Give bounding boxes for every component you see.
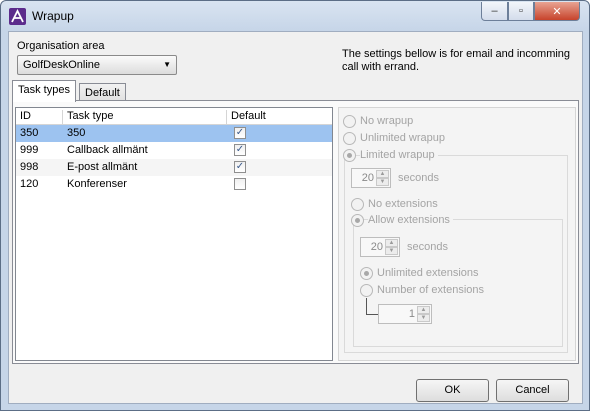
unlimited-wrapup-radio[interactable] xyxy=(343,132,356,145)
arrow-up-icon[interactable]: ▲ xyxy=(385,239,398,247)
limited-seconds-unit: seconds xyxy=(398,172,439,184)
wrapup-settings: No wrapup Unlimited wrapup Limited wrapu… xyxy=(338,107,576,361)
arrow-up-icon[interactable]: ▲ xyxy=(376,170,389,178)
info-text: The settings bellow is for email and inc… xyxy=(342,48,571,73)
extension-seconds-unit: seconds xyxy=(407,241,448,253)
no-wrapup-label: No wrapup xyxy=(360,115,414,127)
extensions-count-value: 1 xyxy=(408,308,415,320)
org-area-label: Organisation area xyxy=(17,40,105,52)
minimize-button[interactable]: – xyxy=(481,2,508,21)
cell-task-type: E-post allmänt xyxy=(67,161,138,173)
column-task-type[interactable]: Task type xyxy=(63,110,227,125)
table-header: ID Task type Default xyxy=(16,108,332,125)
close-button[interactable]: ✕ xyxy=(534,2,580,21)
task-types-table: ID Task type Default 350 350 ✓ 999 Callb… xyxy=(15,107,333,361)
wrapup-window: Wrapup – ▫ ✕ Organisation area GolfDeskO… xyxy=(0,0,590,411)
limited-seconds-value: 20 xyxy=(361,172,374,184)
chevron-down-icon: ▼ xyxy=(163,60,171,69)
cell-id: 120 xyxy=(20,178,39,190)
limited-wrapup-label: Limited wrapup xyxy=(360,149,438,161)
cell-id: 350 xyxy=(20,127,39,139)
arrow-down-icon[interactable]: ▼ xyxy=(417,314,430,322)
cell-task-type: 350 xyxy=(67,127,86,139)
column-default[interactable]: Default xyxy=(227,110,332,125)
limited-seconds-stepper[interactable]: 20 ▲ ▼ xyxy=(351,168,391,188)
default-checkbox[interactable]: ✓ xyxy=(234,161,246,173)
default-checkbox[interactable] xyxy=(234,178,246,190)
table-row[interactable]: 120 Konferenser xyxy=(16,176,332,193)
no-wrapup-radio[interactable] xyxy=(343,115,356,128)
unlimited-extensions-label: Unlimited extensions xyxy=(377,267,479,279)
number-of-extensions-label: Number of extensions xyxy=(377,284,484,296)
maximize-button[interactable]: ▫ xyxy=(508,2,534,21)
number-of-extensions-radio[interactable] xyxy=(360,284,373,297)
table-row[interactable]: 350 350 ✓ xyxy=(16,125,332,142)
arrow-down-icon[interactable]: ▼ xyxy=(376,178,389,186)
cell-id: 999 xyxy=(20,144,39,156)
org-area-value: GolfDeskOnline xyxy=(23,59,101,71)
window-title: Wrapup xyxy=(32,9,74,23)
title-bar: Wrapup – ▫ ✕ xyxy=(1,1,589,31)
allow-extensions-radio[interactable] xyxy=(351,214,364,227)
task-types-panel: ID Task type Default 350 350 ✓ 999 Callb… xyxy=(12,100,579,364)
app-icon xyxy=(9,8,26,25)
no-extensions-label: No extensions xyxy=(368,198,438,210)
cancel-button[interactable]: Cancel xyxy=(496,379,569,402)
column-id[interactable]: ID xyxy=(16,110,63,125)
extension-seconds-stepper[interactable]: 20 ▲ ▼ xyxy=(360,237,400,257)
default-checkbox[interactable]: ✓ xyxy=(234,127,246,139)
tab-task-types[interactable]: Task types xyxy=(12,80,76,102)
cell-task-type: Callback allmänt xyxy=(67,144,148,156)
table-row[interactable]: 999 Callback allmänt ✓ xyxy=(16,142,332,159)
cell-task-type: Konferenser xyxy=(67,178,127,190)
connector-line xyxy=(366,298,367,314)
arrow-up-icon[interactable]: ▲ xyxy=(417,306,430,314)
unlimited-extensions-radio[interactable] xyxy=(360,267,373,280)
extensions-count-stepper[interactable]: 1 ▲ ▼ xyxy=(378,304,432,324)
no-extensions-radio[interactable] xyxy=(351,198,364,211)
cell-id: 998 xyxy=(20,161,39,173)
default-checkbox[interactable]: ✓ xyxy=(234,144,246,156)
extension-seconds-value: 20 xyxy=(370,241,383,253)
org-area-dropdown[interactable]: GolfDeskOnline ▼ xyxy=(17,55,177,75)
unlimited-wrapup-label: Unlimited wrapup xyxy=(360,132,445,144)
dialog-body: Organisation area GolfDeskOnline ▼ The s… xyxy=(8,31,583,404)
limited-wrapup-radio[interactable] xyxy=(343,149,356,162)
table-row[interactable]: 998 E-post allmänt ✓ xyxy=(16,159,332,176)
ok-button[interactable]: OK xyxy=(416,379,489,402)
arrow-down-icon[interactable]: ▼ xyxy=(385,247,398,255)
allow-extensions-label: Allow extensions xyxy=(368,214,453,226)
connector-line xyxy=(366,314,378,315)
